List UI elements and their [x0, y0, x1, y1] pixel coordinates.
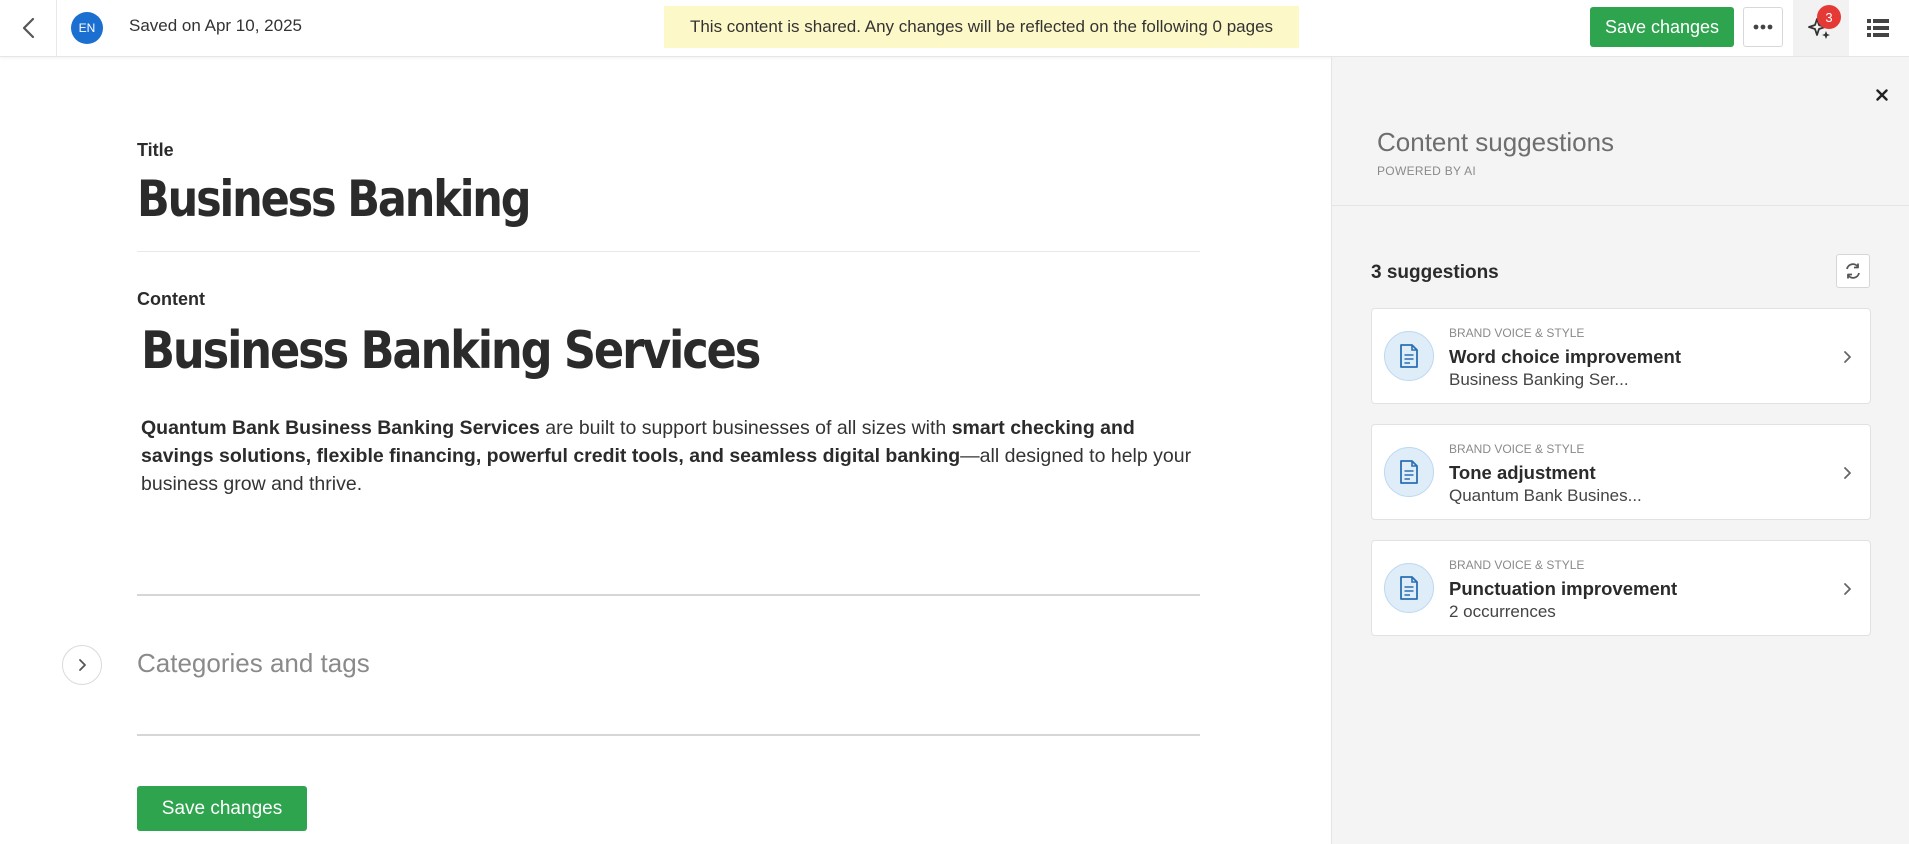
panel-header: Content suggestions POWERED BY AI: [1332, 57, 1909, 206]
refresh-suggestions-button[interactable]: [1836, 254, 1870, 288]
document-icon: [1384, 447, 1434, 497]
close-icon: [1876, 89, 1888, 101]
suggestion-detail: Quantum Bank Busines...: [1449, 486, 1642, 505]
saved-status: Saved on Apr 10, 2025: [129, 16, 302, 35]
chevron-right-icon: [1840, 463, 1854, 483]
suggestion-card[interactable]: BRAND VOICE & STYLE Word choice improvem…: [1371, 308, 1871, 404]
suggestion-name: Punctuation improvement: [1449, 578, 1678, 599]
chevron-right-icon: [1840, 347, 1854, 367]
suggestion-name: Tone adjustment: [1449, 462, 1596, 483]
suggestion-card[interactable]: BRAND VOICE & STYLE Tone adjustment Quan…: [1371, 424, 1871, 520]
list-icon: [1867, 19, 1889, 37]
panel-title: Content suggestions: [1377, 127, 1615, 157]
outline-button[interactable]: [1858, 8, 1898, 48]
suggestion-category: BRAND VOICE & STYLE: [1449, 558, 1585, 572]
suggestion-count: 3 suggestions: [1371, 262, 1499, 283]
suggestion-count-badge: 3: [1817, 5, 1841, 29]
document-icon: [1384, 331, 1434, 381]
para-bold-1: Quantum Bank Business Banking Services: [141, 417, 540, 439]
title-field-label: Title: [137, 140, 174, 160]
suggestion-card[interactable]: BRAND VOICE & STYLE Punctuation improvem…: [1371, 540, 1871, 636]
expand-categories-button[interactable]: [62, 645, 102, 685]
chevron-right-icon: [1840, 579, 1854, 599]
content-suggestions-panel: Content suggestions POWERED BY AI 3 sugg…: [1331, 57, 1909, 844]
categories-divider: [137, 734, 1200, 736]
chevron-right-icon: [78, 659, 86, 671]
suggestion-detail: Business Banking Ser...: [1449, 370, 1629, 389]
chevron-left-icon: [22, 17, 35, 39]
suggestion-detail: 2 occurrences: [1449, 602, 1556, 621]
save-button[interactable]: Save changes: [1590, 7, 1734, 47]
panel-subtitle: POWERED BY AI: [1377, 164, 1477, 178]
content-divider: [137, 594, 1200, 596]
title-divider: [137, 251, 1200, 252]
suggestion-name: Word choice improvement: [1449, 346, 1681, 367]
suggestion-category: BRAND VOICE & STYLE: [1449, 442, 1585, 456]
refresh-icon: [1846, 263, 1860, 279]
ellipsis-icon: [1753, 24, 1773, 30]
language-badge[interactable]: EN: [71, 12, 103, 44]
content-heading[interactable]: Business Banking Services: [141, 321, 761, 381]
save-changes-button[interactable]: Save changes: [137, 786, 307, 831]
categories-and-tags-label[interactable]: Categories and tags: [137, 648, 370, 679]
more-options-button[interactable]: [1743, 7, 1783, 47]
close-panel-button[interactable]: [1872, 85, 1892, 105]
content-field-label: Content: [137, 289, 205, 309]
back-button[interactable]: [0, 0, 57, 56]
title-input[interactable]: Business Banking: [137, 170, 532, 228]
para-text-1: are built to support businesses of all s…: [539, 417, 952, 439]
shared-content-banner: This content is shared. Any changes will…: [664, 6, 1299, 48]
suggestion-category: BRAND VOICE & STYLE: [1449, 326, 1585, 340]
content-paragraph[interactable]: Quantum Bank Business Banking Services a…: [141, 414, 1201, 498]
document-icon: [1384, 563, 1434, 613]
top-bar: EN Saved on Apr 10, 2025 This content is…: [0, 0, 1909, 57]
